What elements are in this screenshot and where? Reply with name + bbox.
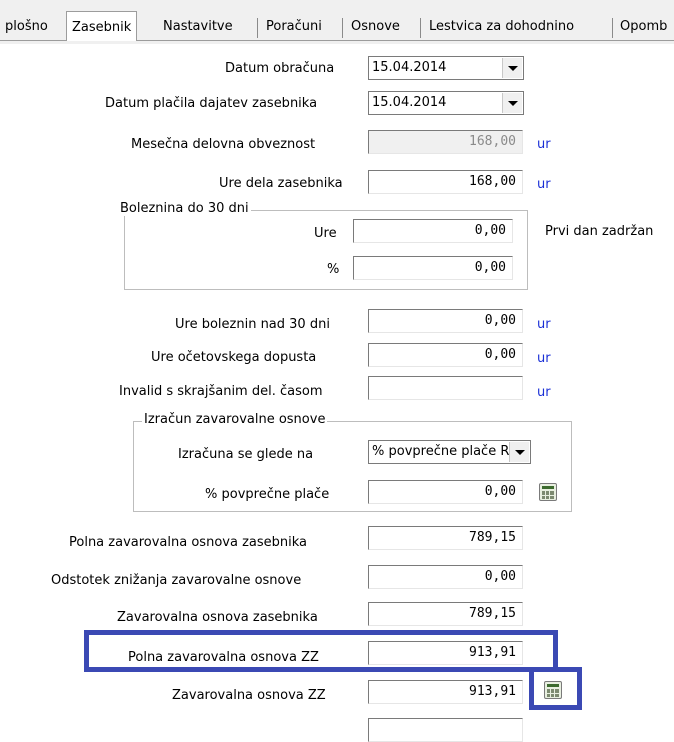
ure-dela-label: Ure dela zasebnika: [219, 176, 343, 191]
boleznina-pct-label: %: [327, 262, 340, 277]
datum-placila-label: Datum plačila dajatev zasebnika: [105, 96, 318, 111]
next-row-field[interactable]: [368, 718, 523, 742]
zav-zz-label: Zavarovalna osnova ZZ: [172, 688, 326, 703]
tab-separator: [612, 18, 613, 38]
izracun-group-title: Izračun zavarovalne osnove: [142, 412, 328, 427]
izracun-pct-field[interactable]: 0,00: [368, 480, 523, 504]
bolezen-nad30-label: Ure boleznin nad 30 dni: [175, 317, 330, 332]
highlight-polna-zz: [84, 630, 558, 672]
chevron-down-icon[interactable]: [509, 442, 529, 462]
datum-obracuna-label: Datum obračuna: [225, 61, 335, 76]
chevron-down-icon[interactable]: [502, 58, 522, 78]
prvi-dan-label: Prvi dan zadržan: [545, 224, 654, 239]
invalid-label: Invalid s skrajšanim del. časom: [119, 384, 323, 399]
zav-zasebnika-field[interactable]: 789,15: [368, 602, 523, 626]
mesecna-obveznost-label: Mesečna delovna obveznost: [131, 137, 316, 152]
bolezen-nad30-field[interactable]: 0,00: [368, 309, 523, 333]
datum-obracuna-combo[interactable]: 15.04.2014: [368, 56, 524, 80]
polna-zasebnika-field[interactable]: 789,15: [368, 526, 523, 550]
chevron-down-icon[interactable]: [502, 93, 522, 113]
tab-lestvica[interactable]: Lestvica za dohodnino: [424, 16, 579, 38]
unit-ur: ur: [537, 137, 551, 152]
polna-zasebnika-label: Polna zavarovalna osnova zasebnika: [69, 535, 307, 550]
tab-poracuni[interactable]: Poračuni: [261, 16, 327, 38]
calculator-icon[interactable]: [539, 483, 557, 501]
tab-osnove[interactable]: Osnove: [346, 16, 405, 38]
izracun-glede-combo[interactable]: % povprečne plače RS: [368, 440, 531, 464]
boleznina-ure-label: Ure: [314, 226, 337, 241]
unit-ur: ur: [537, 385, 551, 400]
tab-splosno[interactable]: plošno: [0, 16, 53, 38]
boleznina-group-title: Boleznina do 30 dni: [118, 201, 251, 216]
mesecna-obveznost-field: 168,00: [368, 130, 523, 154]
izracun-glede-label: Izračuna se glede na: [178, 447, 314, 462]
ocetovski-label: Ure očetovskega dopusta: [151, 350, 317, 365]
izracun-pct-label: % povprečne plače: [205, 487, 330, 502]
tab-zasebnik[interactable]: Zasebnik: [66, 11, 138, 41]
tab-separator: [342, 18, 343, 38]
invalid-field[interactable]: [368, 376, 523, 400]
unit-ur: ur: [537, 177, 551, 192]
datum-placila-combo[interactable]: 15.04.2014: [368, 91, 524, 115]
unit-ur: ur: [537, 351, 551, 366]
zav-zasebnika-label: Zavarovalna osnova zasebnika: [117, 610, 318, 625]
odstotek-field[interactable]: 0,00: [368, 565, 523, 589]
tab-nastavitve[interactable]: Nastavitve: [158, 16, 238, 38]
tab-separator: [257, 18, 258, 38]
tab-opombe[interactable]: Opomb: [615, 16, 672, 38]
tab-separator: [420, 18, 421, 38]
datum-placila-value: 15.04.2014: [372, 95, 447, 110]
ure-dela-field[interactable]: 168,00: [368, 170, 523, 194]
datum-obracuna-value: 15.04.2014: [372, 60, 447, 75]
boleznina-ure-field[interactable]: 0,00: [353, 219, 513, 243]
tab-strip: plošno Zasebnik Nastavitve Poračuni Osno…: [0, 0, 674, 44]
highlight-calculator: [529, 667, 582, 710]
izracun-glede-value: % povprečne plače RS: [372, 444, 518, 459]
boleznina-pct-field[interactable]: 0,00: [353, 256, 513, 280]
unit-ur: ur: [537, 317, 551, 332]
ocetovski-field[interactable]: 0,00: [368, 343, 523, 367]
odstotek-label: Odstotek znižanja zavarovalne osnove: [51, 573, 302, 588]
zav-zz-field[interactable]: 913,91: [368, 680, 523, 704]
